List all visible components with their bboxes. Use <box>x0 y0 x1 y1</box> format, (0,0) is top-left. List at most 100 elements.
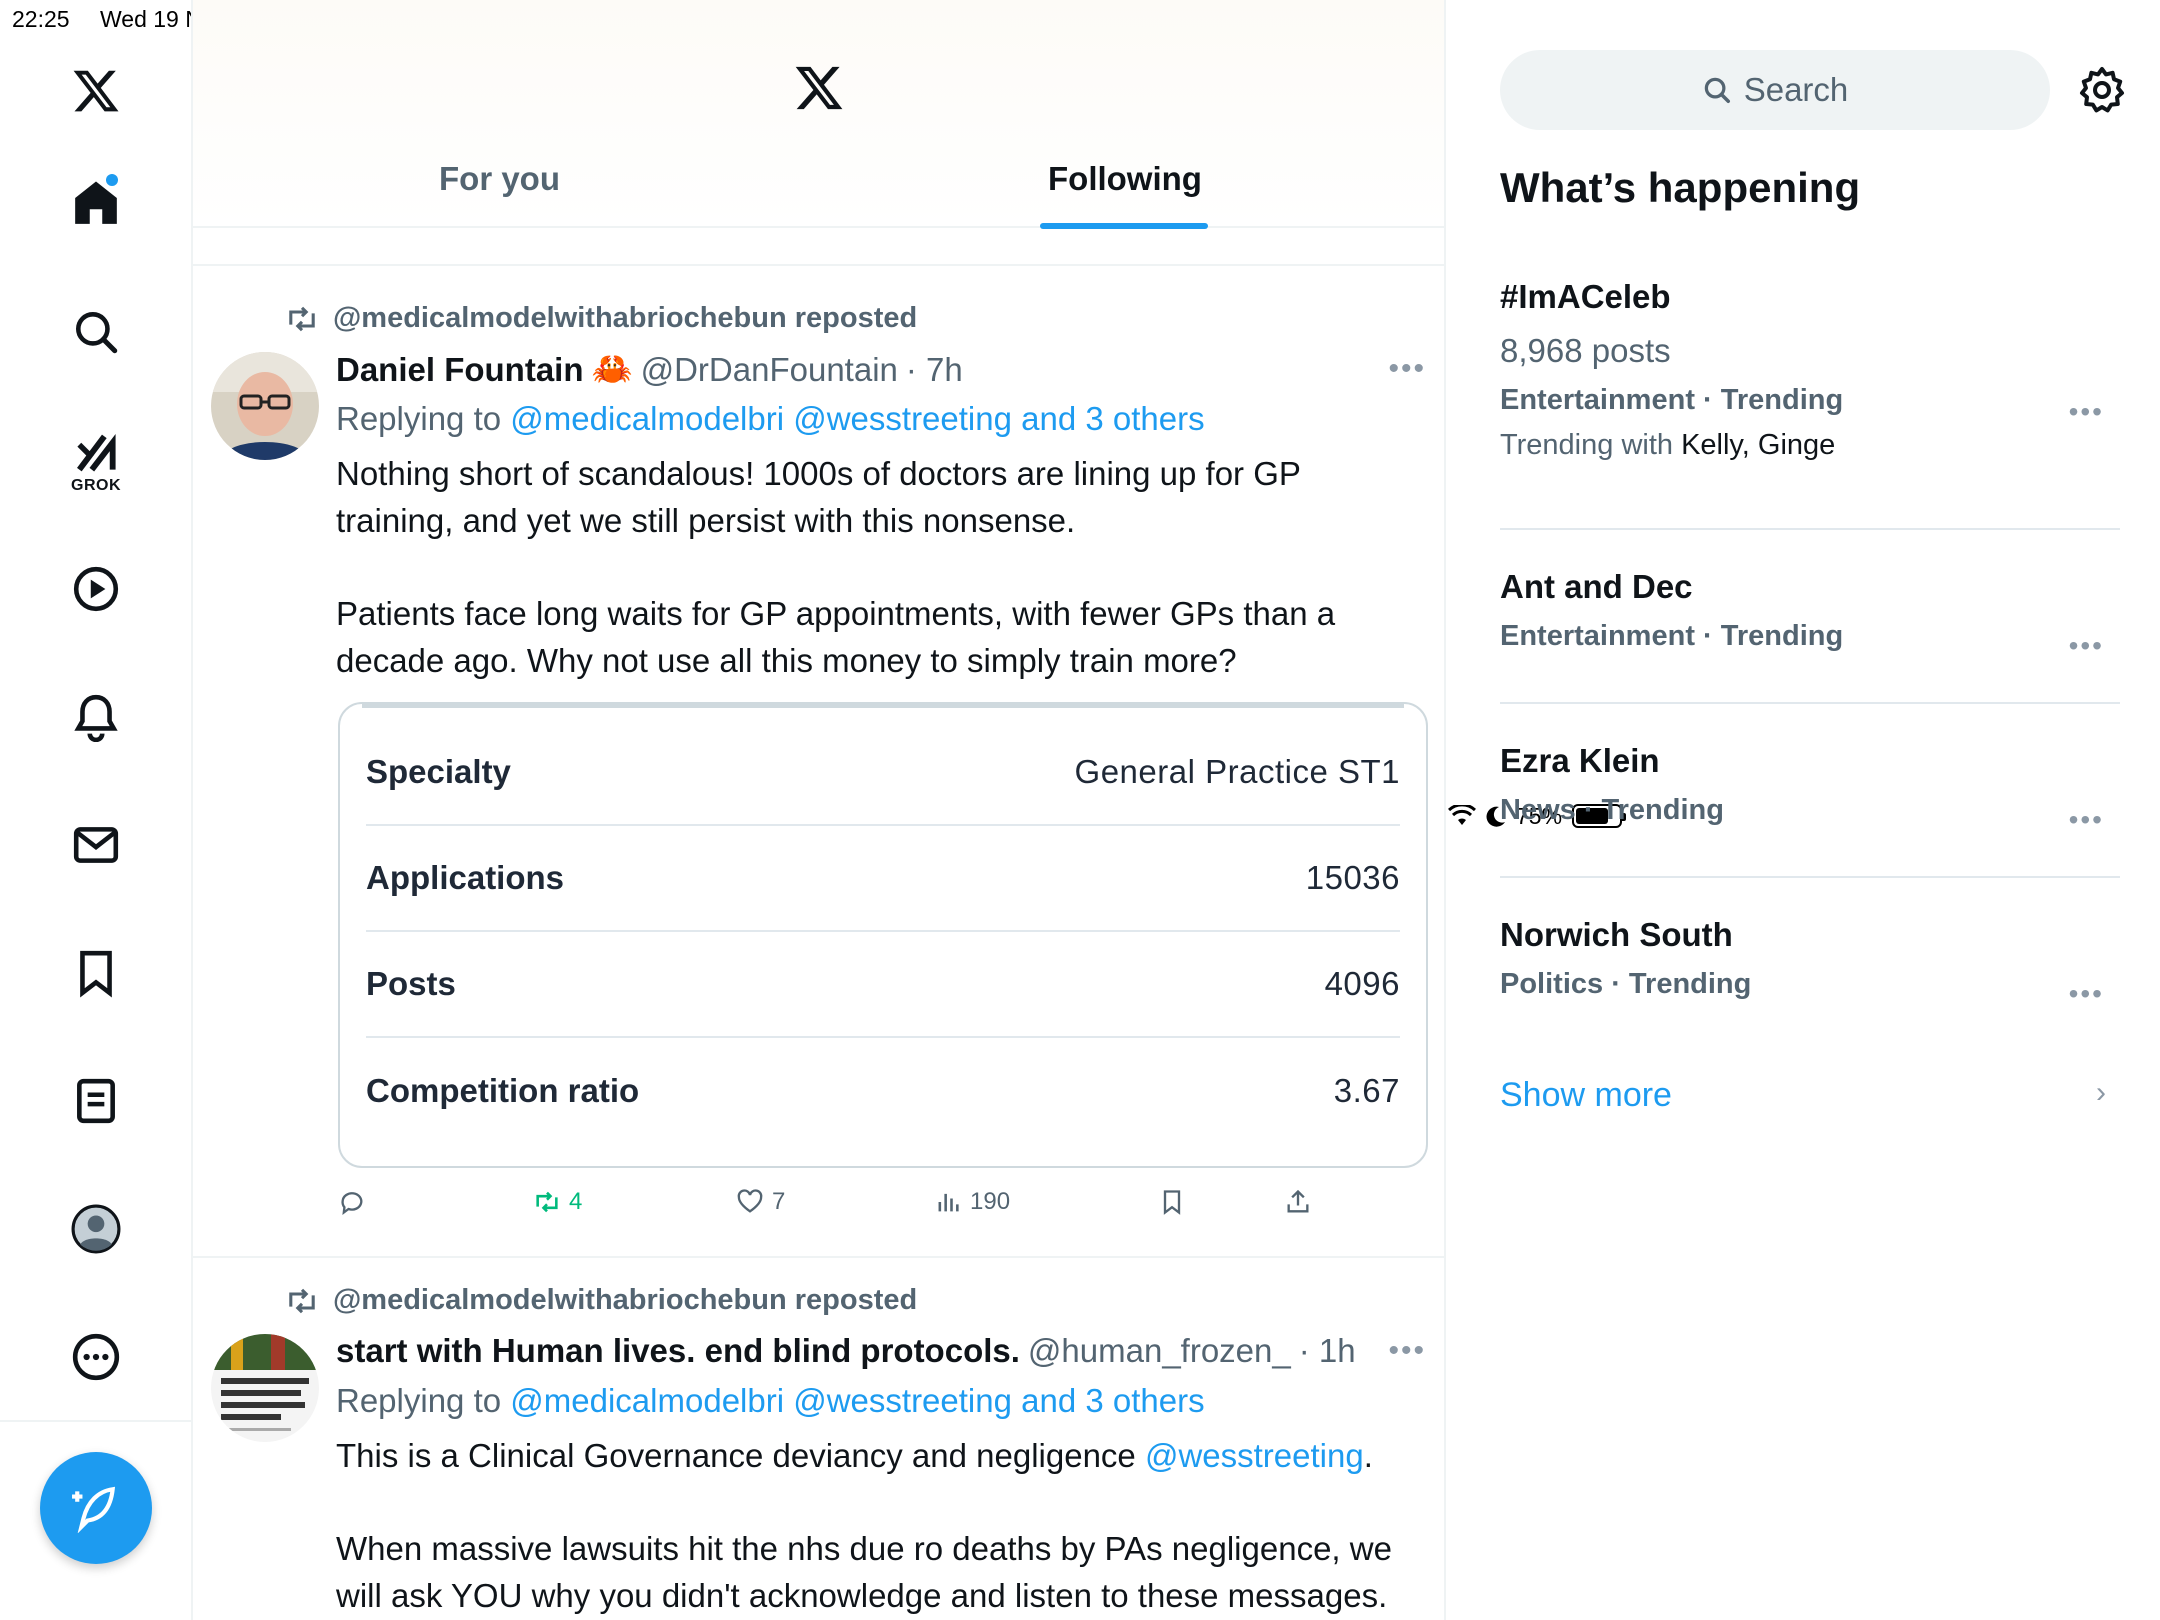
replying-to-handles[interactable]: @medicalmodelbri @wesstreeting and 3 oth… <box>510 1382 1204 1419</box>
post-human-frozen[interactable]: @medicalmodelwithabriochebun reposted st… <box>193 1258 1444 1620</box>
post-body-paragraph: Nothing short of scandalous! 1000s of do… <box>336 455 1301 539</box>
card-row: Applications 15036 <box>366 826 1400 932</box>
author-emoji: 🦀 <box>591 350 633 387</box>
avatar[interactable] <box>211 1334 319 1442</box>
nav-messages-icon[interactable] <box>67 816 125 874</box>
compose-feather-icon <box>72 1486 116 1533</box>
trend-divider <box>1500 876 2120 878</box>
replying-to-line: Replying to @medicalmodelbri @wesstreeti… <box>336 400 1205 438</box>
avatar[interactable] <box>211 352 319 460</box>
post-actions: 4 7 190 <box>338 1188 1338 1228</box>
post-body: Nothing short of scandalous! 1000s of do… <box>336 450 1426 684</box>
trend-more-icon[interactable]: ••• <box>2069 978 2104 1010</box>
card-row: Competition ratio 3.67 <box>366 1038 1400 1144</box>
chevron-right-icon[interactable]: › <box>2096 1076 2106 1110</box>
like-button[interactable]: 7 <box>736 1188 785 1216</box>
nav-bookmarks-icon[interactable] <box>67 944 125 1002</box>
replying-prefix: Replying to <box>336 1382 502 1419</box>
post-more-icon[interactable]: ••• <box>1388 1334 1426 1368</box>
post-time: · 7h <box>905 350 963 388</box>
right-sidebar: Search What’s happening #ImACeleb 8,968 … <box>1448 0 2160 1620</box>
view-count: 190 <box>970 1188 1011 1215</box>
previous-post-actions <box>193 228 1444 266</box>
replying-to-handles[interactable]: @medicalmodelbri @wesstreeting and 3 oth… <box>510 400 1204 437</box>
replying-prefix: Replying to <box>336 400 502 437</box>
nav-divider <box>0 1420 193 1422</box>
timeline: For you Following @medicalmodelwithabrio… <box>193 0 1446 1620</box>
author-name[interactable]: Daniel Fountain <box>336 351 584 389</box>
x-header-logo-icon[interactable] <box>793 62 845 114</box>
nav-profile-avatar-icon[interactable] <box>67 1200 125 1258</box>
repost-indicator: @medicalmodelwithabriochebun reposted <box>285 302 917 335</box>
repost-icon <box>289 306 315 331</box>
card-value: 15036 <box>1305 859 1400 896</box>
trend-name: #ImACeleb <box>1500 278 1671 315</box>
views-button[interactable]: 190 <box>934 1188 1010 1216</box>
grok-label: GROK <box>71 477 121 494</box>
trend-more-icon[interactable]: ••• <box>2069 804 2104 836</box>
trend-with: Trending with Kelly, Ginge <box>1500 429 2120 462</box>
trend-name: Ant and Dec <box>1500 568 1693 605</box>
trend-with-prefix: Trending with <box>1500 429 1674 461</box>
nav-video-icon[interactable] <box>67 560 125 618</box>
nav-grok-icon[interactable] <box>67 424 125 482</box>
trend-meta: News · Trending <box>1500 794 1724 826</box>
card-key: Posts <box>366 965 456 1002</box>
author-handle[interactable]: @human_frozen_ <box>1028 1332 1291 1370</box>
share-icon <box>1287 1189 1309 1213</box>
nav-more-icon[interactable] <box>67 1328 125 1386</box>
like-count: 7 <box>772 1188 786 1215</box>
trend-more-icon[interactable]: ••• <box>2069 396 2104 428</box>
author-handle[interactable]: @DrDanFountain <box>641 351 898 389</box>
card-value: 4096 <box>1324 965 1400 1002</box>
card-key: Applications <box>366 859 565 896</box>
tab-for-you[interactable]: For you <box>439 160 560 198</box>
post-body: This is a Clinical Governance deviancy a… <box>336 1432 1426 1619</box>
trend-name: Norwich South <box>1500 916 1733 953</box>
nav-notifications-icon[interactable] <box>67 688 125 746</box>
trend-item[interactable]: #ImACeleb 8,968 posts Entertainment · Tr… <box>1500 278 2120 498</box>
search-placeholder: Search <box>1743 71 1849 108</box>
card-key: Specialty <box>366 753 511 790</box>
card-row: Posts 4096 <box>366 932 1400 1038</box>
post-more-icon[interactable]: ••• <box>1388 352 1426 386</box>
trend-item[interactable]: Ant and Dec Entertainment · Trending ••• <box>1500 568 2120 668</box>
bookmark-button[interactable] <box>1158 1188 1186 1216</box>
post-daniel-fountain[interactable]: @medicalmodelwithabriochebun reposted Da… <box>193 270 1444 1258</box>
show-more-link[interactable]: Show more <box>1500 1076 1672 1115</box>
share-button[interactable] <box>1284 1188 1312 1216</box>
views-icon <box>938 1193 959 1212</box>
card-row: Specialty General Practice ST1 <box>366 720 1400 826</box>
trend-meta: Entertainment · Trending <box>1500 620 1844 652</box>
trend-meta: Entertainment · Trending <box>1500 384 1844 416</box>
bookmark-icon <box>1163 1190 1181 1215</box>
home-notification-dot <box>106 174 118 186</box>
compose-post-button[interactable] <box>40 1452 152 1564</box>
trend-meta: Politics · Trending <box>1500 968 1752 1000</box>
reply-button[interactable] <box>338 1188 366 1216</box>
x-logo-icon[interactable] <box>67 62 125 120</box>
post-body-text: This is a Clinical Governance deviancy a… <box>336 1437 1145 1474</box>
post-header: start with Human lives. end blind protoc… <box>336 1332 1356 1370</box>
search-input[interactable]: Search <box>1500 50 2050 130</box>
nav-lists-icon[interactable] <box>67 1072 125 1130</box>
timeline-header: For you Following <box>193 0 1444 229</box>
card-top-line <box>362 704 1404 708</box>
repost-icon <box>536 1191 558 1213</box>
tab-following[interactable]: Following <box>1048 160 1202 198</box>
trend-divider <box>1500 702 2120 704</box>
nav-explore-icon[interactable] <box>67 303 125 361</box>
repost-indicator: @medicalmodelwithabriochebun reposted <box>285 1284 917 1317</box>
replying-to-line: Replying to @medicalmodelbri @wesstreeti… <box>336 1382 1205 1420</box>
repost-count: 4 <box>569 1188 583 1215</box>
mention-link[interactable]: @wesstreeting <box>1145 1437 1364 1474</box>
trend-item[interactable]: Ezra Klein News · Trending ••• <box>1500 742 2120 842</box>
repost-button[interactable]: 4 <box>533 1188 582 1216</box>
heart-icon <box>737 1189 763 1213</box>
embedded-data-card[interactable]: Specialty General Practice ST1 Applicati… <box>338 702 1428 1168</box>
card-key: Competition ratio <box>366 1072 640 1109</box>
settings-gear-icon[interactable] <box>2078 66 2126 114</box>
trend-more-icon[interactable]: ••• <box>2069 630 2104 662</box>
author-name[interactable]: start with Human lives. end blind protoc… <box>336 1332 1020 1370</box>
trend-item[interactable]: Norwich South Politics · Trending ••• <box>1500 916 2120 1016</box>
